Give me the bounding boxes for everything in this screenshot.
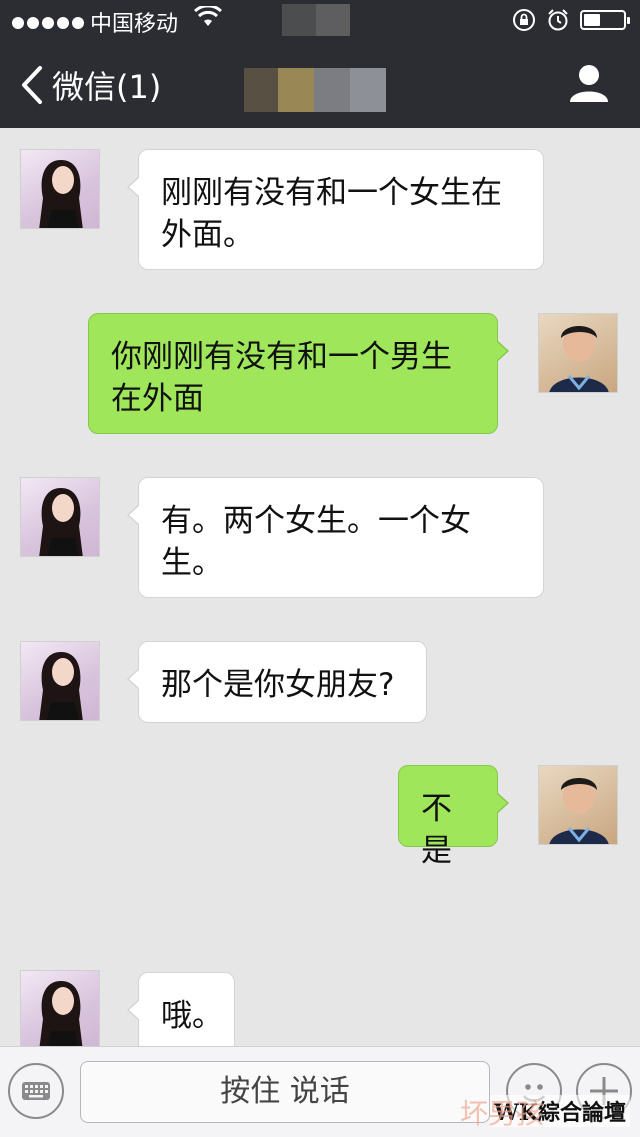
avatar-portrait xyxy=(549,326,609,392)
wifi-icon xyxy=(194,6,222,26)
contact-avatar[interactable] xyxy=(20,970,100,1046)
message-bubble-incoming[interactable]: 哦。 xyxy=(127,972,235,1046)
blurred-region xyxy=(282,4,350,36)
signal-strength-icon xyxy=(12,12,87,29)
keyboard-toggle-button[interactable] xyxy=(8,1063,64,1119)
rotation-lock-icon xyxy=(513,9,535,31)
contact-avatar[interactable] xyxy=(20,477,100,557)
message-bubble-outgoing[interactable]: 你刚刚有没有和一个男生在外面 xyxy=(88,313,509,434)
status-icons xyxy=(512,7,630,33)
top-bar: 中国移动 微信(1) xyxy=(0,0,640,128)
contact-profile-icon[interactable] xyxy=(568,62,610,104)
back-button[interactable]: 微信(1) xyxy=(18,62,161,108)
battery-icon xyxy=(580,10,630,30)
avatar-portrait xyxy=(39,981,83,1046)
status-bar: 中国移动 xyxy=(0,0,640,40)
avatar-portrait xyxy=(39,160,83,228)
chat-title-blurred xyxy=(244,68,394,112)
contact-avatar[interactable] xyxy=(20,641,100,721)
chevron-left-icon xyxy=(22,66,42,104)
my-avatar[interactable] xyxy=(538,765,618,845)
keyboard-icon xyxy=(22,1082,50,1100)
contact-avatar[interactable] xyxy=(20,149,100,229)
message-bubble-outgoing[interactable]: 不是 xyxy=(398,765,509,869)
message-bubble-incoming[interactable]: 那个是你女朋友? xyxy=(127,641,427,723)
alarm-icon xyxy=(548,9,568,31)
hold-to-talk-button[interactable]: 按住 说话 xyxy=(80,1061,490,1123)
my-avatar[interactable] xyxy=(538,313,618,393)
chat-area[interactable]: 刚刚有没有和一个女生在外面。 你刚刚有没有和一个男生在外面 有。两个女生。一个女… xyxy=(0,128,640,1046)
message-bubble-incoming[interactable]: 有。两个女生。一个女生。 xyxy=(127,477,544,598)
navigation-bar: 微信(1) xyxy=(0,40,640,128)
back-label: 微信(1) xyxy=(52,68,162,106)
carrier-name: 中国移动 xyxy=(90,12,179,37)
avatar-portrait xyxy=(39,652,83,720)
avatar-portrait xyxy=(549,778,609,844)
avatar-portrait xyxy=(39,488,83,556)
watermark-logo: 坏男孩 xyxy=(460,1097,545,1130)
message-bubble-incoming[interactable]: 刚刚有没有和一个女生在外面。 xyxy=(127,149,544,270)
